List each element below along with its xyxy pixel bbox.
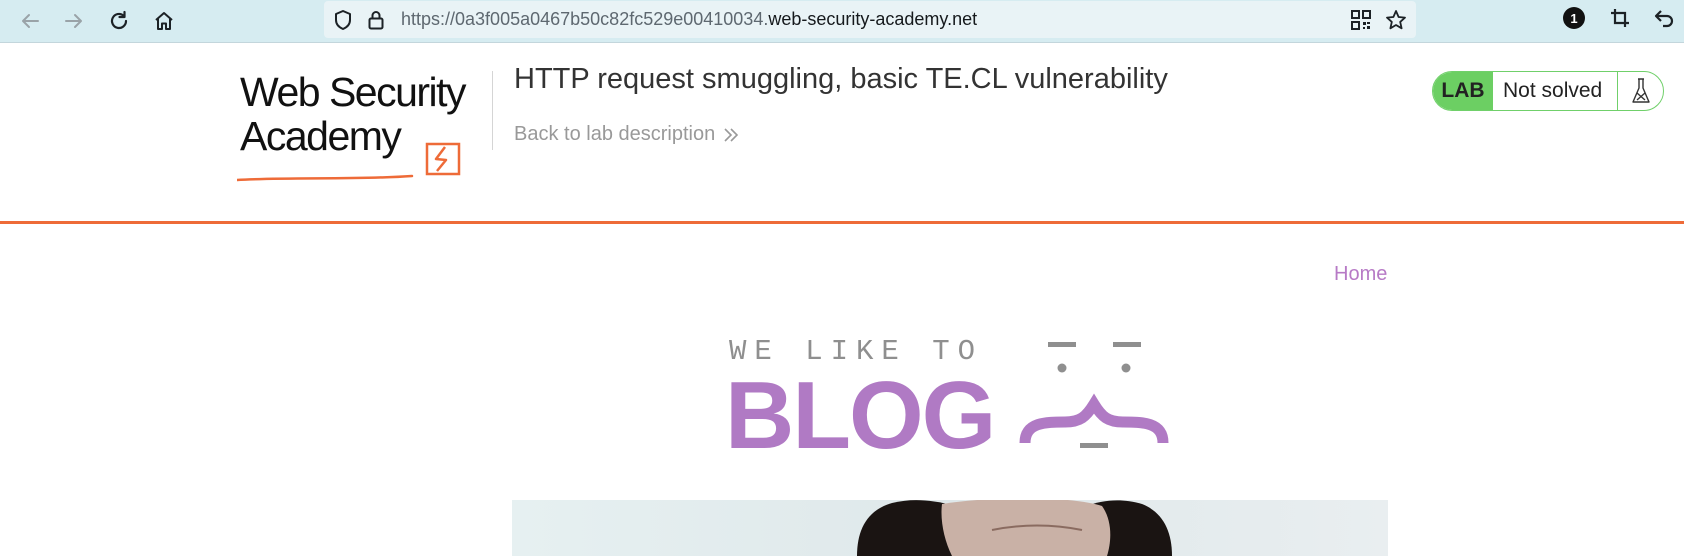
back-button[interactable] [13,4,47,38]
logo-line1: Web Security [240,69,467,115]
emoticon-face-icon [1019,342,1169,448]
browser-toolbar: https://0a3f005a0467b50c82fc529e00410034… [0,0,1684,43]
url-prefix: https://0a3f005a0467b50c82fc529e00410034… [401,9,769,29]
lab-badge: LAB [1433,72,1493,110]
star-icon[interactable] [1384,8,1408,32]
lab-header: Web Security Academy HTTP request smuggl… [0,43,1684,224]
url-domain: web-security-academy.net [768,9,978,29]
logo-divider [492,71,493,150]
lab-flask-button[interactable] [1617,72,1663,110]
banner-main-text: BLOG [725,362,994,456]
reload-icon [110,10,128,30]
logo-line2: Academy [240,113,402,159]
double-chevron-right-icon [724,127,739,142]
hero-image[interactable] [512,500,1388,556]
lab-status-text: Not solved [1503,79,1603,102]
shield-icon[interactable] [332,9,354,31]
blog-banner-logo: WE LIKE TO BLOG [720,332,1180,469]
lab-title: HTTP request smuggling, basic TE.CL vuln… [514,63,1168,95]
home-button[interactable] [147,4,181,38]
flask-icon [1631,78,1650,103]
arrow-left-icon [22,14,39,28]
crop-icon[interactable] [1608,6,1632,30]
lab-status-widget: LAB Not solved [1432,71,1664,111]
address-bar[interactable]: https://0a3f005a0467b50c82fc529e00410034… [324,1,1416,38]
arrow-right-icon [65,14,82,28]
home-icon [155,12,173,30]
reload-button[interactable] [102,4,136,38]
forward-button[interactable] [57,4,91,38]
back-link-label: Back to lab description [514,123,716,145]
web-security-academy-logo[interactable]: Web Security Academy [235,67,489,192]
qr-code-icon[interactable] [1350,9,1372,31]
back-to-lab-description-link[interactable]: Back to lab description [514,123,739,146]
nav-home-link[interactable]: Home [1334,263,1387,286]
lock-icon[interactable] [366,9,386,31]
extension-badge-icon[interactable]: 1 [1563,7,1585,29]
undo-icon[interactable] [1652,6,1676,30]
extension-badge-count: 1 [1570,10,1578,26]
url-text[interactable]: https://0a3f005a0467b50c82fc529e00410034… [401,9,977,30]
